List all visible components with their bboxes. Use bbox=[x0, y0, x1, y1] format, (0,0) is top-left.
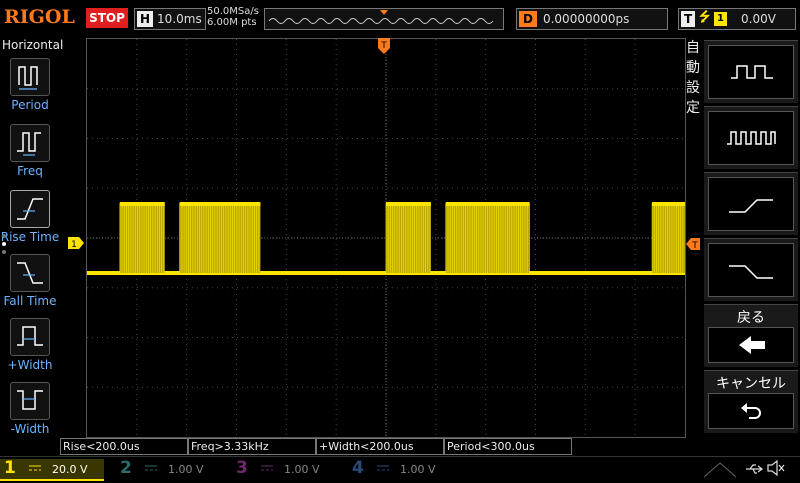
delay-box[interactable]: D 0.00000000ps bbox=[516, 8, 668, 30]
menu-item-label: Freq bbox=[17, 164, 43, 178]
menu-item-fall-time[interactable]: Fall Time bbox=[0, 252, 60, 314]
dc-coupling-icon bbox=[145, 465, 157, 471]
dc-coupling-icon bbox=[261, 465, 273, 471]
menu-item-label: Period bbox=[11, 98, 49, 112]
frequency-icon bbox=[10, 124, 50, 162]
channel-scale: 20.0 V bbox=[52, 463, 88, 476]
square-wave-fast-icon bbox=[708, 111, 794, 165]
channel-3-status[interactable]: 3 1.00 V bbox=[232, 458, 336, 479]
channel-number: 3 bbox=[236, 458, 248, 478]
measurement-rise[interactable]: Rise<200.0us bbox=[60, 438, 188, 455]
trigger-source: 1 bbox=[714, 12, 727, 26]
cancel-button[interactable]: キャンセル bbox=[704, 370, 798, 433]
waveform-grid bbox=[87, 39, 685, 437]
channel-number: 2 bbox=[120, 458, 132, 478]
trace-burst-top bbox=[386, 202, 431, 206]
delay-key: D bbox=[519, 11, 537, 27]
measurement-bar: Rise<200.0us Freq>3.33kHz +Width<200.0us… bbox=[60, 438, 800, 456]
horizontal-timebase-box[interactable]: H 10.0ms bbox=[134, 8, 206, 30]
menu-item-freq[interactable]: Freq bbox=[0, 122, 60, 184]
usb-icon bbox=[744, 461, 764, 480]
falling-edge-icon bbox=[708, 243, 794, 297]
menu-page-indicator bbox=[2, 234, 8, 258]
sample-rate: 50.0MSa/s bbox=[207, 6, 259, 17]
auto-setup-rising-edge-button[interactable] bbox=[704, 172, 798, 235]
fall-time-icon bbox=[10, 254, 50, 292]
menu-item-rise-time[interactable]: Rise Time bbox=[0, 188, 60, 250]
menu-item-label: -Width bbox=[10, 422, 50, 436]
channel-number: 1 bbox=[4, 458, 16, 478]
menu-item-label: Fall Time bbox=[3, 294, 57, 308]
rise-time-icon bbox=[10, 190, 50, 228]
menu-item-period[interactable]: Period bbox=[0, 56, 60, 118]
trace-burst-top bbox=[445, 202, 530, 206]
channel-4-status[interactable]: 4 1.00 V bbox=[348, 458, 452, 479]
trigger-box[interactable]: T ⭍ 1 0.00V bbox=[678, 8, 796, 30]
measurement-freq[interactable]: Freq>3.33kHz bbox=[188, 438, 316, 455]
rigol-logo: RIGOL bbox=[4, 6, 75, 28]
negative-width-icon bbox=[10, 382, 50, 420]
top-status-bar: RIGOL STOP H 10.0ms 50.0MSa/s 6.00M pts … bbox=[0, 0, 800, 36]
memory-waveform-overview bbox=[268, 10, 494, 24]
menu-item-negative-width[interactable]: -Width bbox=[0, 380, 60, 442]
sound-muted-icon[interactable] bbox=[766, 459, 786, 481]
trigger-key: T bbox=[681, 11, 696, 27]
measurement-positive-width[interactable]: +Width<200.0us bbox=[316, 438, 444, 455]
channel-marker-label: 1 bbox=[71, 240, 77, 249]
trace-burst bbox=[652, 203, 685, 273]
trigger-marker-label: T bbox=[380, 41, 387, 51]
run-stop-indicator[interactable]: STOP bbox=[86, 8, 128, 28]
channel-number: 4 bbox=[352, 458, 364, 478]
sample-info: 50.0MSa/s 6.00M pts bbox=[207, 6, 259, 28]
back-arrow-icon bbox=[708, 327, 794, 363]
period-icon bbox=[10, 58, 50, 96]
trace-burst-top bbox=[119, 202, 165, 206]
trigger-position-marker[interactable]: T bbox=[378, 38, 390, 56]
square-wave-slow-icon bbox=[708, 45, 794, 99]
menu-item-label: Rise Time bbox=[0, 230, 60, 244]
waveform-display[interactable] bbox=[86, 38, 686, 438]
trigger-level: 0.00V bbox=[741, 12, 776, 26]
channel-1-status[interactable]: 1 20.0 V bbox=[0, 458, 104, 481]
back-button[interactable]: 戻る bbox=[704, 304, 798, 367]
auto-setup-menu: 自動設定 戻る キャンセル bbox=[686, 38, 800, 438]
menu-title: Horizontal bbox=[2, 38, 64, 52]
channel-2-status[interactable]: 2 1.00 V bbox=[116, 458, 220, 479]
trace-burst bbox=[179, 203, 261, 273]
memory-position-strip[interactable] bbox=[264, 8, 504, 30]
timebase-value: 10.0ms bbox=[157, 12, 202, 26]
back-label: 戻る bbox=[737, 310, 765, 326]
delay-value: 0.00000000ps bbox=[542, 12, 630, 26]
auto-setup-title: 自動設定 bbox=[686, 40, 700, 116]
menu-item-label: +Width bbox=[7, 358, 53, 372]
channel-scale: 1.00 V bbox=[284, 463, 320, 476]
channel-1-ground-marker[interactable]: 1 bbox=[68, 234, 84, 250]
rising-edge-icon bbox=[708, 177, 794, 231]
trigger-edge-icon: ⭍ bbox=[699, 10, 711, 25]
navigation-icon[interactable] bbox=[700, 459, 740, 479]
channel-scale: 1.00 V bbox=[168, 463, 204, 476]
auto-setup-multi-period-button[interactable] bbox=[704, 40, 798, 103]
auto-setup-single-period-button[interactable] bbox=[704, 106, 798, 169]
positive-width-icon bbox=[10, 318, 50, 356]
cancel-label: キャンセル bbox=[716, 376, 786, 392]
dc-coupling-icon bbox=[29, 465, 41, 471]
channel-status-bar: 1 20.0 V 2 1.00 V 3 1.00 V 4 1.00 V bbox=[0, 456, 800, 481]
trace-burst-top bbox=[652, 202, 685, 206]
memory-depth: 6.00M pts bbox=[207, 17, 257, 28]
channel-scale: 1.00 V bbox=[400, 463, 436, 476]
menu-item-positive-width[interactable]: +Width bbox=[0, 316, 60, 378]
horizontal-menu: Horizontal Period Freq Rise Time Fall Ti… bbox=[0, 38, 64, 438]
dc-coupling-icon bbox=[377, 465, 389, 471]
measurement-period[interactable]: Period<300.0us bbox=[444, 438, 572, 455]
auto-setup-falling-edge-button[interactable] bbox=[704, 238, 798, 301]
trace-burst-top bbox=[179, 202, 261, 206]
undo-icon bbox=[708, 393, 794, 429]
horizontal-key: H bbox=[137, 11, 154, 27]
